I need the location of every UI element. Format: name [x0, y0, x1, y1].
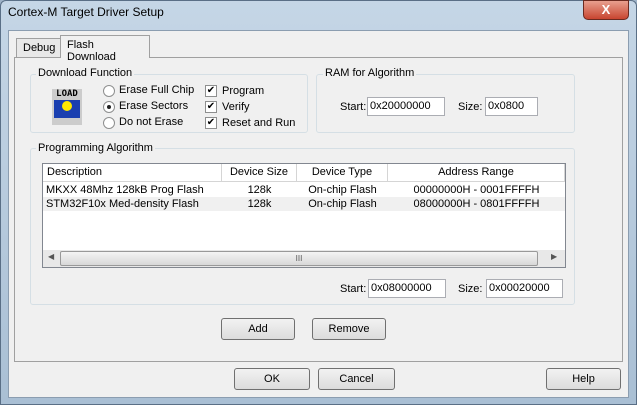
erase-full-chip-radio[interactable] — [103, 85, 115, 97]
table-row[interactable]: MKXX 48Mhz 128kB Prog Flash 128k On-chip… — [43, 183, 565, 197]
remove-button[interactable]: Remove — [312, 318, 386, 340]
cancel-button[interactable]: Cancel — [318, 368, 395, 390]
ok-button[interactable]: OK — [234, 368, 310, 390]
program-checkbox[interactable]: ✔ — [205, 85, 217, 97]
ram-start-label: Start: — [340, 101, 367, 113]
reset-and-run-label: Reset and Run — [222, 117, 296, 129]
column-address-range[interactable]: Address Range — [388, 164, 565, 182]
cell-address-range: 08000000H - 0801FFFFH — [413, 198, 540, 210]
ram-size-input[interactable]: 0x0800 — [485, 97, 538, 116]
column-description[interactable]: Description — [43, 164, 222, 182]
programming-algorithm-title: Programming Algorithm — [36, 142, 155, 154]
do-not-erase-label: Do not Erase — [119, 116, 184, 128]
ram-size-label: Size: — [458, 101, 483, 113]
cell-device-type: On-chip Flash — [308, 198, 377, 210]
erase-sectors-label: Erase Sectors — [119, 100, 189, 112]
ram-title: RAM for Algorithm — [323, 67, 417, 79]
scroll-right-icon[interactable]: ▶ — [551, 252, 557, 261]
column-device-type[interactable]: Device Type — [297, 164, 388, 182]
close-button[interactable]: X — [583, 0, 629, 20]
cell-device-type: On-chip Flash — [308, 184, 377, 196]
ram-start-input[interactable]: 0x20000000 — [367, 97, 445, 116]
load-icon: LOAD — [52, 89, 82, 125]
program-label: Program — [222, 85, 265, 97]
cell-device-size: 128k — [247, 184, 272, 196]
horizontal-scrollbar[interactable]: ◀ III ▶ — [43, 250, 565, 267]
tab-debug[interactable]: Debug — [16, 38, 61, 58]
tab-flash-download[interactable]: Flash Download — [60, 35, 150, 63]
algo-size-input[interactable]: 0x00020000 — [486, 279, 563, 298]
cell-description: STM32F10x Med-density Flash — [46, 198, 199, 210]
do-not-erase-radio[interactable] — [103, 117, 115, 129]
algo-start-label: Start: — [340, 283, 367, 295]
window-title: Cortex-M Target Driver Setup — [8, 5, 164, 19]
add-button[interactable]: Add — [221, 318, 295, 340]
algo-start-input[interactable]: 0x08000000 — [368, 279, 446, 298]
cell-device-size: 128k — [247, 198, 272, 210]
column-device-size[interactable]: Device Size — [222, 164, 297, 182]
erase-full-chip-label: Erase Full Chip — [119, 84, 195, 96]
algo-size-label: Size: — [458, 283, 483, 295]
table-row[interactable]: STM32F10x Med-density Flash 128k On-chip… — [43, 197, 565, 211]
reset-and-run-checkbox[interactable]: ✔ — [205, 117, 217, 129]
load-icon-text: LOAD — [56, 89, 78, 99]
verify-label: Verify — [222, 101, 250, 113]
cell-description: MKXX 48Mhz 128kB Prog Flash — [46, 184, 204, 196]
erase-sectors-radio[interactable] — [103, 101, 115, 113]
scroll-left-icon[interactable]: ◀ — [48, 252, 54, 261]
help-button[interactable]: Help — [546, 368, 621, 390]
scroll-thumb[interactable]: III — [60, 251, 538, 266]
cell-address-range: 00000000H - 0001FFFFH — [413, 184, 540, 196]
verify-checkbox[interactable]: ✔ — [205, 101, 217, 113]
download-function-title: Download Function — [36, 67, 135, 79]
algorithm-list[interactable]: Description Device Size Device Type Addr… — [42, 163, 566, 268]
